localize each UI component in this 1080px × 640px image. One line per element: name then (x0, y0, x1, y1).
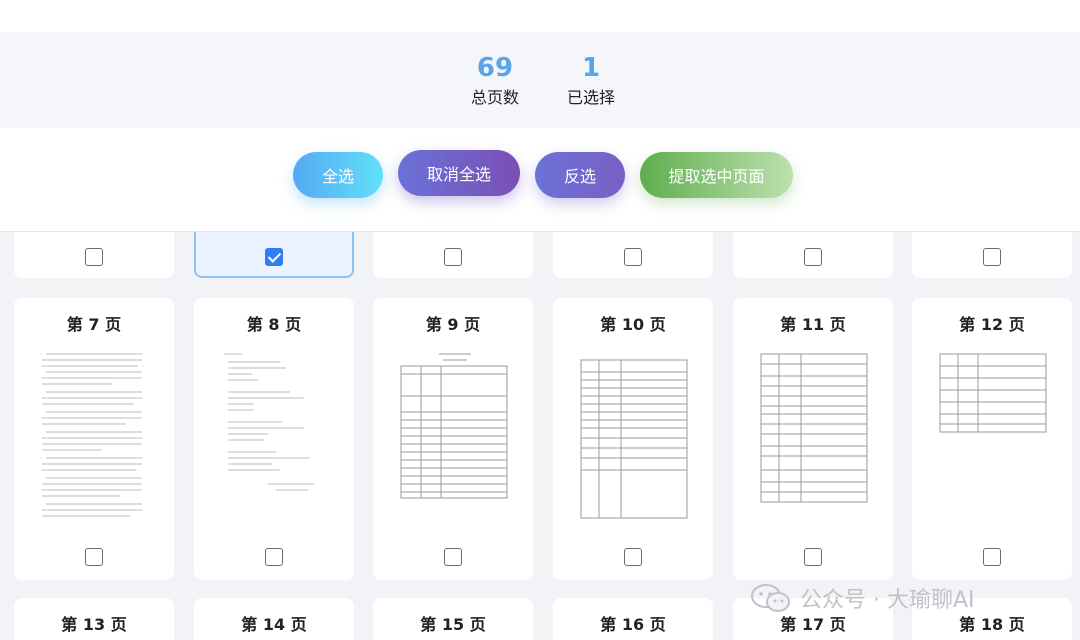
page-card-10[interactable]: 第 10 页 (553, 298, 713, 580)
page-title: 第 13 页 (61, 615, 127, 634)
page-title: 第 15 页 (420, 615, 486, 634)
page-checkbox[interactable] (444, 248, 462, 266)
page-card-12[interactable]: 第 12 页 (912, 298, 1072, 580)
toolbar: 全选 取消全选 反选 提取选中页面 (0, 128, 1080, 232)
page-card-8[interactable]: 第 8 页 (194, 298, 354, 580)
page-title: 第 7 页 (66, 315, 122, 334)
wechat-icon (751, 584, 790, 612)
extract-selected-button[interactable]: 提取选中页面 (640, 152, 793, 198)
page-checkbox[interactable] (804, 248, 822, 266)
page-card-16[interactable]: 第 16 页 (553, 598, 713, 640)
page-title: 第 16 页 (600, 615, 666, 634)
page-card-15[interactable]: 第 15 页 (373, 598, 533, 640)
page-checkbox[interactable] (624, 248, 642, 266)
page-card-9[interactable]: 第 9 页 (373, 298, 533, 580)
watermark-text: 公众号 · 大瑜聊AI (800, 588, 975, 613)
total-pages-stat: 69 总页数 (440, 54, 550, 108)
page-card-11[interactable]: 第 11 页 (733, 298, 893, 580)
page-title: 第 14 页 (241, 615, 307, 634)
total-pages-value: 69 (476, 53, 514, 83)
page-thumbnail (580, 359, 688, 519)
page-thumbnail (42, 353, 142, 517)
page-title: 第 9 页 (425, 315, 481, 334)
total-pages-label: 总页数 (470, 88, 519, 107)
page-checkbox[interactable] (444, 548, 462, 566)
page-checkbox-checked[interactable] (265, 248, 283, 266)
page-card-13[interactable]: 第 13 页 (14, 598, 174, 640)
page-checkbox[interactable] (804, 548, 822, 566)
page-title: 第 10 页 (600, 315, 666, 334)
page-thumbnail (939, 353, 1047, 433)
top-bar (0, 0, 1080, 32)
page-checkbox[interactable] (85, 548, 103, 566)
selected-count-label: 已选择 (566, 88, 615, 107)
page-card-14[interactable]: 第 14 页 (194, 598, 354, 640)
page-checkbox[interactable] (624, 548, 642, 566)
page-card-7[interactable]: 第 7 页 (14, 298, 174, 580)
invert-selection-button[interactable]: 反选 (535, 152, 625, 198)
page-thumbnail (400, 353, 508, 499)
page-checkbox[interactable] (265, 548, 283, 566)
selected-count-value: 1 (581, 53, 601, 83)
selected-count-stat: 1 已选择 (536, 54, 646, 108)
page-title: 第 8 页 (246, 315, 302, 334)
select-all-button[interactable]: 全选 (293, 152, 383, 198)
stats-panel: 69 总页数 1 已选择 (0, 32, 1080, 128)
deselect-all-button[interactable]: 取消全选 (398, 150, 520, 196)
page-title: 第 11 页 (780, 315, 846, 334)
page-thumbnail (224, 353, 314, 491)
page-checkbox[interactable] (85, 248, 103, 266)
watermark: 公众号 · 大瑜聊AI (750, 580, 975, 616)
page-thumbnail (760, 353, 868, 503)
page-checkbox[interactable] (983, 548, 1001, 566)
page-checkbox[interactable] (983, 248, 1001, 266)
page-title: 第 12 页 (959, 315, 1025, 334)
